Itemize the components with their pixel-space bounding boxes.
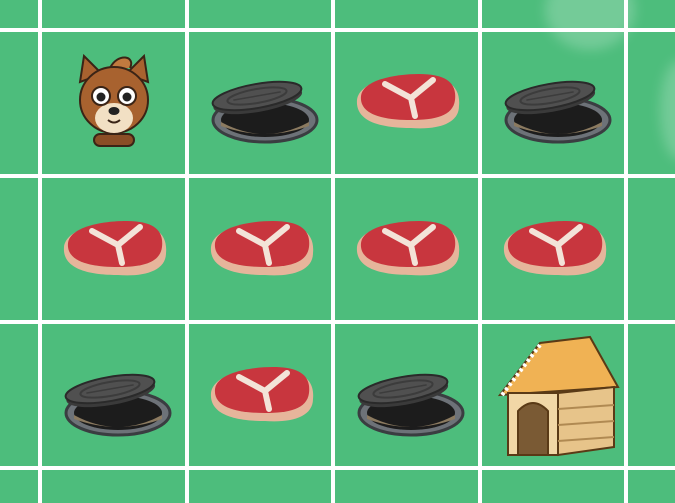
steak-icon [210, 367, 313, 422]
game-board [0, 0, 675, 503]
tile-manhole[interactable] [335, 325, 479, 467]
tile-manhole[interactable] [42, 325, 186, 467]
doghouse-icon [497, 335, 620, 457]
steak-icon [210, 220, 313, 275]
tile-steak[interactable] [482, 179, 626, 321]
steak-icon [503, 220, 606, 275]
steak-icon [63, 220, 167, 275]
tile-manhole[interactable] [189, 32, 333, 174]
dog-icon [78, 53, 150, 147]
manhole-icon [504, 80, 611, 144]
tile-steak[interactable] [335, 179, 479, 321]
tile-dog[interactable] [42, 32, 186, 174]
tile-manhole[interactable] [482, 32, 626, 174]
tile-steak[interactable] [189, 179, 333, 321]
tile-steak[interactable] [42, 179, 186, 321]
steak-icon [356, 74, 460, 129]
steak-icon [356, 220, 460, 275]
manhole-icon [211, 80, 318, 144]
tile-steak[interactable] [189, 325, 333, 467]
manhole-icon [357, 373, 465, 437]
tile-doghouse[interactable] [482, 325, 626, 467]
tile-steak[interactable] [335, 32, 479, 174]
manhole-icon [64, 373, 172, 437]
